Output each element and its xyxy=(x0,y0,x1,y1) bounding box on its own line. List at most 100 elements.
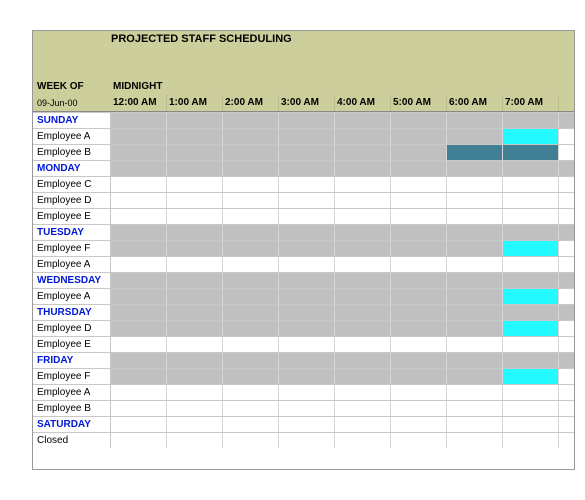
time-slot xyxy=(391,145,447,160)
time-slot xyxy=(111,241,167,256)
time-slot xyxy=(391,305,447,320)
time-slot xyxy=(447,385,503,400)
time-slot xyxy=(335,257,391,272)
employee-row: Employee A xyxy=(33,384,574,400)
row-label: Employee D xyxy=(33,193,111,208)
time-slot xyxy=(279,417,335,432)
row-label: Employee B xyxy=(33,145,111,160)
week-of-label: WEEK OF xyxy=(33,79,111,95)
time-slot xyxy=(503,401,559,416)
time-slot xyxy=(167,113,223,128)
time-slot xyxy=(503,353,559,368)
time-slot xyxy=(279,225,335,240)
time-slot xyxy=(223,369,279,384)
time-slot xyxy=(167,241,223,256)
row-label: MONDAY xyxy=(33,161,111,176)
time-slot xyxy=(111,177,167,192)
time-slot xyxy=(167,433,223,448)
time-slot xyxy=(335,369,391,384)
time-slot xyxy=(111,193,167,208)
time-slot xyxy=(503,273,559,288)
header-band: PROJECTED STAFF SCHEDULING WEEK OF MIDNI… xyxy=(33,31,574,112)
closed-row: Closed xyxy=(33,432,574,448)
time-slot xyxy=(223,193,279,208)
time-slot xyxy=(335,401,391,416)
time-slot xyxy=(447,289,503,304)
employee-row: Employee C xyxy=(33,176,574,192)
time-slot xyxy=(279,289,335,304)
time-slot xyxy=(223,305,279,320)
trailing-bar xyxy=(559,225,574,240)
time-slot xyxy=(447,337,503,352)
time-slot xyxy=(223,225,279,240)
employee-row: Employee A xyxy=(33,256,574,272)
time-slot xyxy=(391,161,447,176)
time-slot xyxy=(279,321,335,336)
time-slot xyxy=(279,433,335,448)
time-slot xyxy=(279,305,335,320)
row-label: Closed xyxy=(33,433,111,448)
time-slot xyxy=(503,241,559,256)
schedule-grid: SUNDAYEmployee AEmployee BMONDAYEmployee… xyxy=(33,112,574,448)
time-slot xyxy=(111,401,167,416)
time-slot xyxy=(391,257,447,272)
time-slot xyxy=(111,225,167,240)
row-label: Employee E xyxy=(33,209,111,224)
time-slot xyxy=(111,161,167,176)
time-slot xyxy=(503,193,559,208)
time-slot xyxy=(167,337,223,352)
time-slot xyxy=(111,129,167,144)
time-slot xyxy=(391,417,447,432)
time-slot xyxy=(391,209,447,224)
time-slot xyxy=(111,273,167,288)
time-slot xyxy=(167,225,223,240)
time-slot xyxy=(223,257,279,272)
time-slot xyxy=(503,321,559,336)
time-slot xyxy=(447,113,503,128)
time-slot xyxy=(279,177,335,192)
row-label: Employee A xyxy=(33,257,111,272)
time-slot xyxy=(167,177,223,192)
title: PROJECTED STAFF SCHEDULING xyxy=(33,31,574,47)
row-label: Employee D xyxy=(33,321,111,336)
time-slot xyxy=(391,241,447,256)
time-slot xyxy=(391,273,447,288)
time-slot xyxy=(447,209,503,224)
time-slot xyxy=(223,209,279,224)
time-slot xyxy=(335,417,391,432)
employee-row: Employee D xyxy=(33,320,574,336)
trailing-bar xyxy=(559,113,574,128)
time-slot xyxy=(391,353,447,368)
time-slot xyxy=(503,177,559,192)
time-slot xyxy=(447,401,503,416)
time-slot xyxy=(111,145,167,160)
hour-header: 7:00 AM xyxy=(503,95,559,111)
time-slot xyxy=(223,161,279,176)
time-slot xyxy=(391,129,447,144)
time-slot xyxy=(447,129,503,144)
day-row: FRIDAY xyxy=(33,352,574,368)
time-slot xyxy=(391,321,447,336)
time-slot xyxy=(447,369,503,384)
employee-row: Employee E xyxy=(33,336,574,352)
time-slot xyxy=(223,145,279,160)
midnight-row: WEEK OF MIDNIGHT xyxy=(33,79,574,95)
time-slot xyxy=(503,161,559,176)
time-slot xyxy=(391,177,447,192)
day-row: SATURDAY xyxy=(33,416,574,432)
time-slot xyxy=(335,433,391,448)
time-slot xyxy=(335,129,391,144)
time-slot xyxy=(223,385,279,400)
time-slot xyxy=(223,241,279,256)
time-slot xyxy=(223,337,279,352)
time-slot xyxy=(503,417,559,432)
time-slot xyxy=(447,225,503,240)
time-slot xyxy=(391,193,447,208)
time-slot xyxy=(167,289,223,304)
time-slot xyxy=(503,209,559,224)
time-slot xyxy=(335,209,391,224)
time-slot xyxy=(167,273,223,288)
time-slot xyxy=(503,289,559,304)
time-slot xyxy=(279,385,335,400)
time-slot xyxy=(447,257,503,272)
